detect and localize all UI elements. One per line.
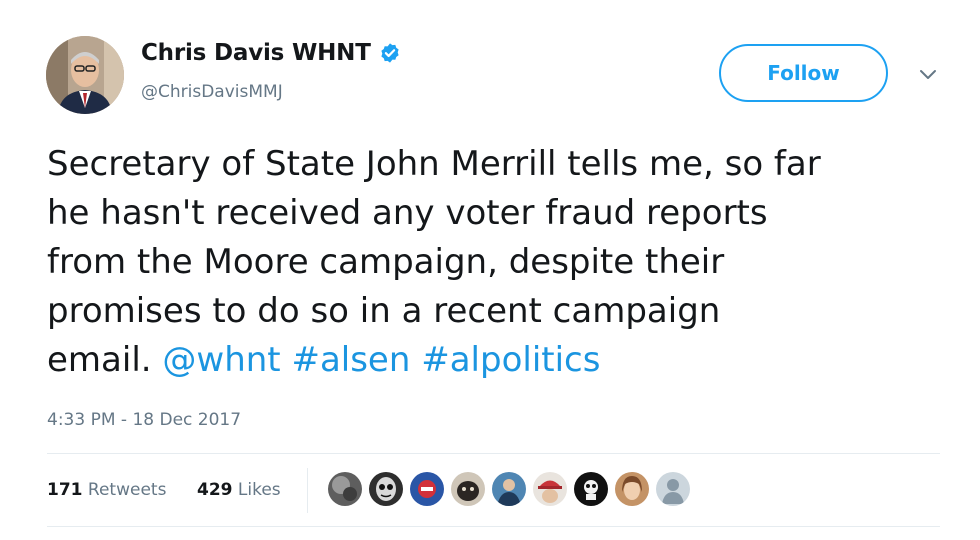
likes-stat[interactable]: 429 Likes: [197, 480, 281, 500]
tweet-text-line-last: email. @whnt #alsen #alpolitics: [47, 336, 947, 385]
retweets-stat[interactable]: 171 Retweets: [47, 480, 166, 500]
tweet-timestamp[interactable]: 4:33 PM - 18 Dec 2017: [47, 410, 241, 430]
chevron-down-icon[interactable]: [916, 66, 940, 84]
avatar-dark-animal-icon: [451, 472, 485, 506]
hashtag-link-alpolitics[interactable]: #alpolitics: [421, 340, 600, 380]
liker-avatar[interactable]: [654, 470, 692, 508]
tweet-text: Secretary of State John Merrill tells me…: [47, 140, 947, 385]
tweet-text-line: he hasn't received any voter fraud repor…: [47, 193, 768, 233]
avatar-blue-photo-icon: [492, 472, 526, 506]
follow-button[interactable]: Follow: [719, 44, 888, 102]
avatar-default-egg-icon: [656, 472, 690, 506]
tweet-text-line: promises to do so in a recent campaign: [47, 291, 721, 331]
liker-avatar[interactable]: [531, 470, 569, 508]
tweet-text-fragment: email.: [47, 340, 163, 380]
liker-avatar[interactable]: [490, 470, 528, 508]
stats-separator: [307, 468, 308, 513]
tweet-card: Chris Davis WHNT @ChrisDavisMMJ Follow S…: [0, 0, 980, 540]
author-handle[interactable]: @ChrisDavisMMJ: [141, 82, 283, 102]
avatar-blue-red-logo-icon: [410, 472, 444, 506]
liker-avatar[interactable]: [326, 470, 364, 508]
liker-avatar[interactable]: [613, 470, 651, 508]
mention-link[interactable]: @whnt: [162, 340, 280, 380]
avatar-woman-photo-icon: [615, 472, 649, 506]
author-display-name[interactable]: Chris Davis WHNT: [141, 40, 371, 66]
tweet-text-line: Secretary of State John Merrill tells me…: [47, 144, 821, 184]
liker-avatar[interactable]: [572, 470, 610, 508]
likes-count: 429: [197, 480, 233, 500]
liker-avatar[interactable]: [367, 470, 405, 508]
divider: [47, 453, 940, 454]
avatar-gray-circle-icon: [328, 472, 362, 506]
hashtag-link-alsen[interactable]: #alsen: [291, 340, 410, 380]
liker-avatar[interactable]: [408, 470, 446, 508]
liker-avatars: [326, 470, 695, 508]
retweets-label: Retweets: [82, 480, 167, 500]
tweet-text-line: from the Moore campaign, despite their: [47, 242, 725, 282]
avatar-red-cap-icon: [533, 472, 567, 506]
liker-avatar[interactable]: [449, 470, 487, 508]
author-avatar[interactable]: [46, 36, 124, 114]
verified-badge-icon: [381, 43, 399, 63]
profile-photo-icon: [46, 36, 124, 114]
divider: [47, 526, 940, 527]
likes-label: Likes: [232, 480, 281, 500]
avatar-black-white-logo-icon: [574, 472, 608, 506]
retweets-count: 171: [47, 480, 83, 500]
avatar-cartoon-face-icon: [369, 472, 403, 506]
author-name-row[interactable]: Chris Davis WHNT: [141, 40, 401, 66]
